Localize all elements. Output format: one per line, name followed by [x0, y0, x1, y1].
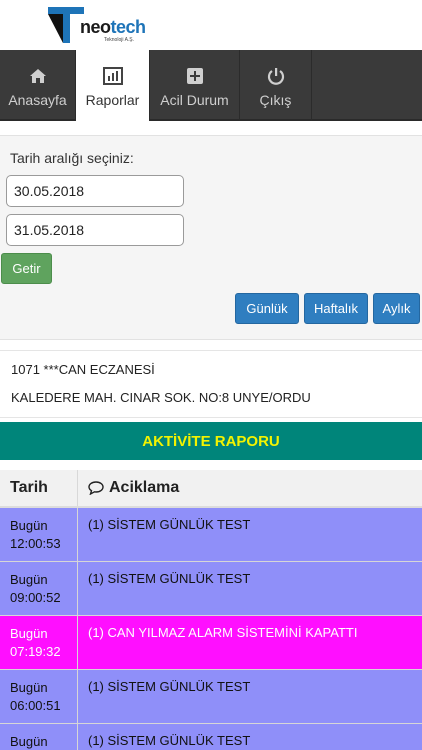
row-description: (1) SİSTEM GÜNLÜK TEST — [88, 517, 251, 532]
brand-logo: neotech Teknoloji A.Ş. — [46, 5, 146, 47]
row-description: (1) SİSTEM GÜNLÜK TEST — [88, 679, 251, 694]
fetch-button[interactable]: Getir — [1, 253, 52, 284]
row-date: Bugün 07:19:32 — [0, 616, 78, 669]
table-row[interactable]: Bugün 06:00:51 (1) SİSTEM GÜNLÜK TEST — [0, 670, 422, 724]
monthly-button[interactable]: Aylık — [373, 293, 420, 324]
nav-item-emergency[interactable]: Acil Durum — [150, 50, 240, 121]
navbar-filler — [312, 50, 422, 119]
row-description: (1) CAN YILMAZ ALARM SİSTEMİNİ KAPATTI — [88, 625, 358, 640]
row-description: (1) SİSTEM GÜNLÜK TEST — [88, 733, 251, 748]
brand-subtitle: Teknoloji A.Ş. — [104, 37, 135, 43]
customer-address: KALEDERE MAH. CINAR SOK. NO:8 UNYE/ORDU — [11, 390, 311, 405]
table-row[interactable]: Bugün 09:00:52 (1) SİSTEM GÜNLÜK TEST — [0, 562, 422, 616]
table-row[interactable]: Bugün 07:19:32 (1) CAN YILMAZ ALARM SİSTE… — [0, 616, 422, 670]
row-date: Bugün 09:00:52 — [0, 562, 78, 615]
brand-name: neotech — [80, 17, 146, 37]
table-row[interactable]: Bugün (1) SİSTEM GÜNLÜK TEST — [0, 724, 422, 750]
row-description: (1) SİSTEM GÜNLÜK TEST — [88, 571, 251, 586]
nav-label: Acil Durum — [160, 91, 229, 108]
nav-label: Çıkış — [259, 91, 292, 108]
row-date: Bugün — [0, 724, 78, 750]
date-range-label: Tarih aralığı seçiniz: — [10, 150, 134, 166]
row-date: Bugün 12:00:53 — [0, 508, 78, 561]
date-filter-panel: Tarih aralığı seçiniz: Getir Günlük Haft… — [0, 135, 422, 340]
customer-name: 1071 ***CAN ECZANESİ — [11, 362, 155, 377]
nav-item-home[interactable]: Anasayfa — [0, 50, 76, 121]
power-icon — [267, 64, 285, 88]
nav-label: Raporlar — [85, 91, 140, 108]
column-header-date: Tarih — [0, 470, 78, 506]
row-date: Bugün 06:00:51 — [0, 670, 78, 723]
report-title: AKTİVİTE RAPORU — [142, 432, 280, 450]
start-date-input[interactable] — [6, 175, 184, 207]
table-header: Tarih Aciklama — [0, 470, 422, 508]
nav-item-reports[interactable]: Raporlar — [76, 50, 150, 121]
app-header: neotech Teknoloji A.Ş. — [0, 0, 422, 50]
home-icon — [29, 64, 47, 88]
customer-info: 1071 ***CAN ECZANESİ KALEDERE MAH. CINAR… — [0, 350, 422, 418]
report-title-bar: AKTİVİTE RAPORU — [0, 422, 422, 460]
weekly-button[interactable]: Haftalık — [304, 293, 368, 324]
comment-icon — [88, 481, 104, 495]
table-row[interactable]: Bugün 12:00:53 (1) SİSTEM GÜNLÜK TEST — [0, 508, 422, 562]
column-header-description: Aciklama — [78, 470, 179, 506]
plus-square-icon — [186, 64, 203, 88]
activity-table: Tarih Aciklama Bugün 12:00:53 (1) SİSTEM … — [0, 470, 422, 750]
bar-chart-icon — [102, 64, 123, 88]
nav-item-logout[interactable]: Çıkış — [240, 50, 312, 121]
daily-button[interactable]: Günlük — [235, 293, 299, 324]
main-navbar: Anasayfa Raporlar Acil Durum Çıkış — [0, 50, 422, 121]
end-date-input[interactable] — [6, 214, 184, 246]
nav-label: Anasayfa — [8, 91, 67, 108]
